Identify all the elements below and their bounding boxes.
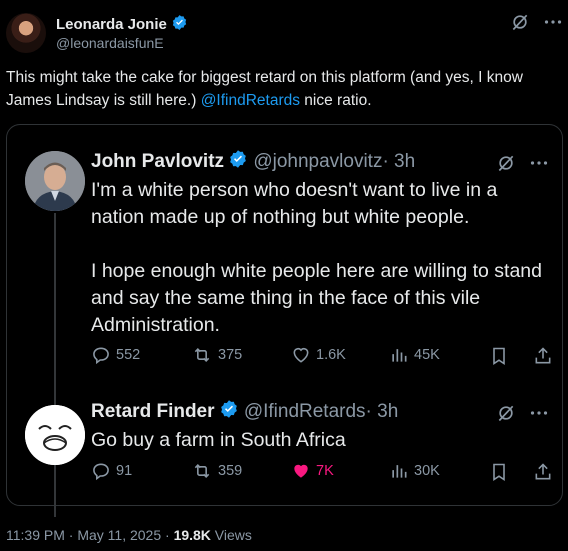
mention-link[interactable]: @IfindRetards [201, 92, 300, 109]
quoted-tweet-1-text: I'm a white person who doesn't want to l… [91, 177, 546, 339]
tweet-paragraph: I'm a white person who doesn't want to l… [91, 179, 498, 228]
post-text-tail: nice ratio. [300, 92, 372, 109]
quoted-tweet-time[interactable]: · 3h [382, 151, 415, 172]
like-button[interactable]: 1.6K [291, 345, 346, 365]
post-metadata: 11:39 PM · May 11, 2025 · 19.8K Views [6, 527, 252, 543]
views-icon [392, 349, 407, 362]
like-icon [294, 464, 308, 478]
quoted-tweet-2-menu [496, 403, 548, 423]
quoted-author-name[interactable]: John Pavlovitz [91, 151, 224, 172]
repost-button[interactable]: 359 [191, 461, 242, 481]
repost-icon [194, 348, 210, 362]
grok-icon[interactable] [510, 12, 530, 32]
repost-button[interactable]: 375 [191, 345, 242, 365]
repost-icon [194, 464, 210, 478]
verified-badge-icon [220, 400, 237, 418]
views-count: 45K [414, 347, 440, 363]
share-icon[interactable] [533, 461, 553, 483]
quoted-tweet-1-menu [496, 153, 548, 173]
quoted-thread-card[interactable]: John Pavlovitz @johnpavlovitz· 3h I'm a … [6, 124, 563, 517]
quoted-tweet-1-header[interactable]: John Pavlovitz @johnpavlovitz· 3h [91, 149, 415, 173]
repost-count: 359 [218, 463, 243, 479]
quoted-author-name[interactable]: Retard Finder [91, 401, 215, 422]
views-button[interactable]: 30K [389, 461, 440, 481]
views-button[interactable]: 45K [389, 345, 440, 365]
like-icon [293, 347, 309, 363]
post-header: Leonarda Jonie @leonardaisfunE [6, 10, 562, 58]
more-icon[interactable] [530, 160, 548, 166]
like-button-active[interactable]: 7K [291, 461, 334, 481]
post-views-count: 19.8K [173, 527, 211, 543]
post-views-label: Views [210, 527, 252, 543]
reply-count: 552 [116, 347, 141, 363]
quoted-author-handle[interactable]: @johnpavlovitz [253, 151, 382, 172]
thread-connector [54, 213, 56, 517]
reply-button[interactable]: 552 [91, 345, 140, 365]
like-count: 1.6K [316, 347, 346, 363]
quoted-tweet-2-text: Go buy a farm in South Africa [91, 427, 546, 454]
reply-icon [93, 463, 109, 481]
quoted-tweet-1-actions: 552 375 1.6K 45K [91, 345, 551, 369]
views-count: 30K [414, 463, 440, 479]
quoted-avatar-john[interactable] [25, 151, 85, 211]
tweet-paragraph: I hope enough white people here are will… [91, 260, 542, 336]
author-name-row[interactable]: Leonarda Jonie [56, 14, 188, 33]
reply-button[interactable]: 91 [91, 461, 132, 481]
quoted-author-handle[interactable]: @IfindRetards [244, 401, 366, 422]
more-icon[interactable] [530, 410, 548, 416]
post-timestamp[interactable]: 11:39 PM · May 11, 2025 · [6, 527, 174, 543]
avatar-photo-john [25, 151, 85, 211]
repost-count: 375 [218, 347, 243, 363]
reply-count: 91 [116, 463, 133, 479]
post-header-actions [510, 12, 562, 32]
author-name[interactable]: Leonarda Jonie [56, 16, 167, 33]
tweet-paragraph: Go buy a farm in South Africa [91, 429, 346, 451]
author-avatar[interactable] [6, 13, 46, 53]
views-icon [392, 465, 407, 478]
author-handle[interactable]: @leonardaisfunE [56, 35, 164, 51]
quoted-tweet-time[interactable]: · 3h [366, 401, 399, 422]
grok-icon[interactable] [496, 153, 516, 173]
share-icon[interactable] [533, 345, 553, 367]
quoted-tweet-2-header[interactable]: Retard Finder @IfindRetards· 3h [91, 399, 398, 423]
bookmark-icon[interactable] [489, 461, 509, 483]
reply-icon [93, 347, 109, 365]
post-text: This might take the cake for biggest ret… [6, 66, 558, 112]
quoted-tweet-2-actions: 91 359 7K 30K [91, 461, 551, 485]
like-count: 7K [316, 463, 334, 479]
more-icon[interactable] [544, 19, 562, 25]
avatar-meme-face [25, 405, 85, 465]
grok-icon[interactable] [496, 403, 516, 423]
verified-badge-icon [230, 150, 246, 168]
verified-badge-icon [172, 15, 187, 30]
quoted-avatar-finder[interactable] [25, 405, 85, 465]
bookmark-icon[interactable] [489, 345, 509, 367]
